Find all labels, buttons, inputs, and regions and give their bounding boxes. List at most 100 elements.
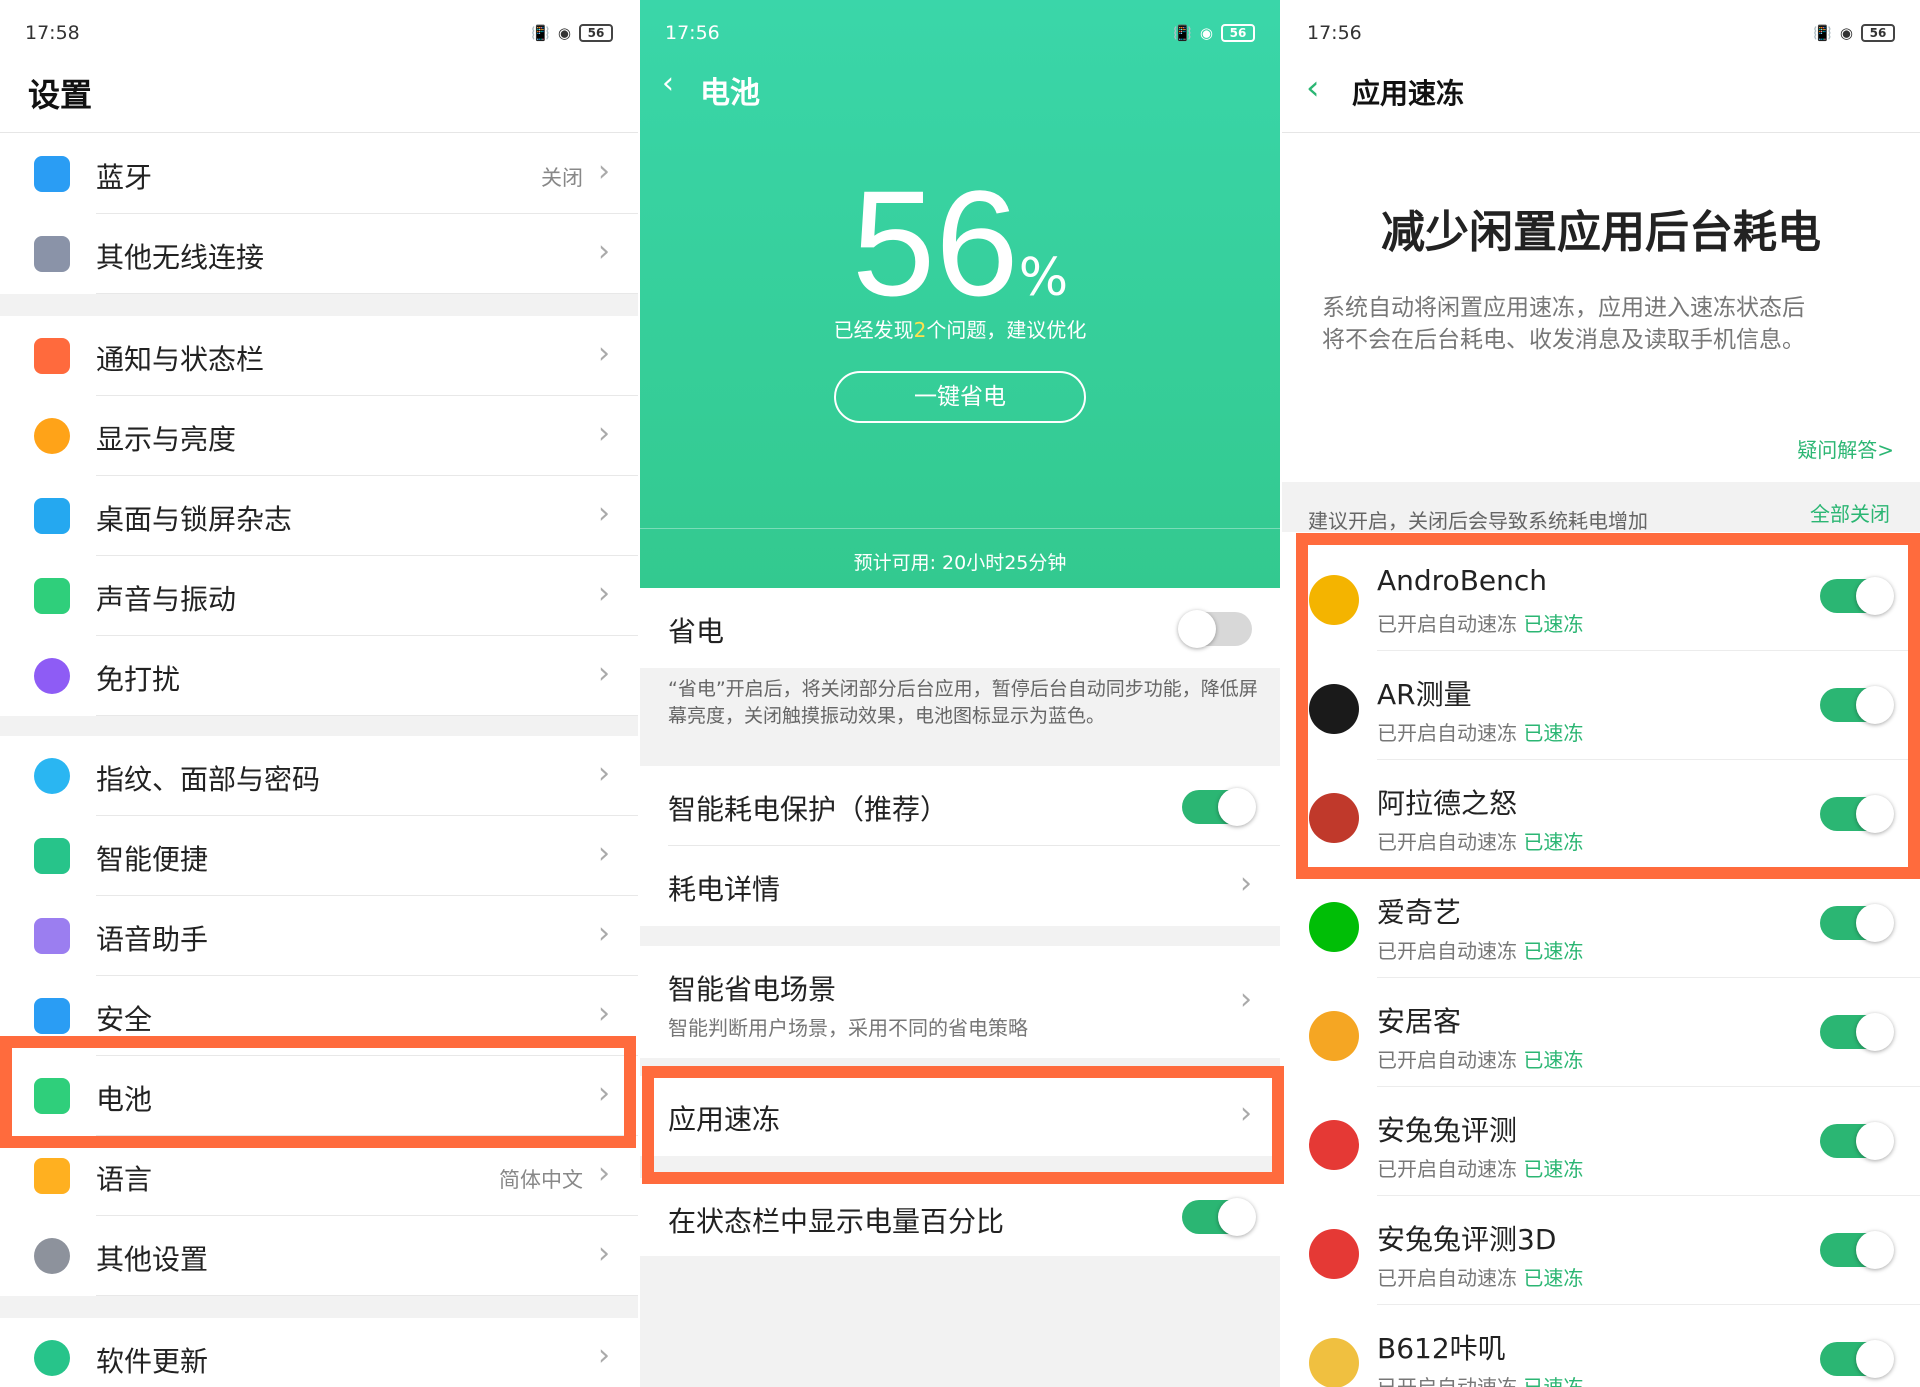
microphone-icon xyxy=(34,918,70,954)
status-time: 17:56 xyxy=(1307,22,1362,44)
chevron-right-icon: › xyxy=(598,234,610,269)
app-name: 安兔兔评测 xyxy=(1377,1114,1518,1147)
chevron-right-icon: › xyxy=(598,656,610,691)
vibrate-icon: 📳 xyxy=(531,24,550,42)
app-row[interactable]: 安兔兔评测 已开启自动速冻 已速冻 xyxy=(1282,1087,1920,1196)
settings-item[interactable]: 软件更新 › xyxy=(0,1318,638,1387)
notification-icon xyxy=(34,338,70,374)
chevron-right-icon: › xyxy=(598,416,610,451)
status-icons: 📳 ◉ 56 xyxy=(531,20,613,46)
vibrate-icon: 📳 xyxy=(1173,24,1192,42)
settings-item[interactable]: 其他设置 › xyxy=(0,1216,638,1296)
chevron-right-icon: › xyxy=(598,1338,610,1373)
smart-protect-toggle[interactable] xyxy=(1182,788,1256,826)
status-icons: 📳 ◉ 56 xyxy=(1813,20,1895,46)
freeze-toggle[interactable] xyxy=(1820,1340,1894,1378)
settings-item[interactable]: 通知与状态栏 › xyxy=(0,316,638,396)
settings-panel: 17:58 📳 ◉ 56 设置 蓝牙 关闭 › 其他无线连接 › 通知与状态栏 › 显示与亮度… xyxy=(0,0,638,1387)
one-key-save-button[interactable]: 一键省电 xyxy=(834,371,1086,423)
freeze-toggle[interactable] xyxy=(1820,904,1894,942)
vibrate-icon: 📳 xyxy=(1813,24,1832,42)
app-row[interactable]: 安居客已开启自动速冻 已速冻 xyxy=(1282,978,1920,1087)
chevron-right-icon: › xyxy=(598,154,610,189)
highlight-battery-row xyxy=(0,1036,636,1148)
highlight-app-list xyxy=(1296,533,1920,879)
app-row[interactable]: 爱奇艺已开启自动速冻 已速冻 xyxy=(1282,869,1920,978)
settings-item[interactable]: 免打扰 › xyxy=(0,636,638,716)
chevron-right-icon: › xyxy=(598,916,610,951)
status-icons: 📳 ◉ 56 xyxy=(1173,20,1255,46)
page-title: 电池 xyxy=(700,76,760,111)
antutu3d-icon xyxy=(1309,1229,1359,1279)
status-time: 17:58 xyxy=(25,22,80,44)
freeze-toggle[interactable] xyxy=(1820,1122,1894,1160)
app-status: 已开启自动速冻 已速冻 xyxy=(1377,939,1584,963)
highlight-freeze-row xyxy=(642,1066,1284,1184)
back-icon[interactable]: ‹ xyxy=(1306,68,1320,108)
battery-indicator: 56 xyxy=(1221,24,1255,42)
back-icon[interactable]: ‹ xyxy=(662,66,674,101)
freeze-toggle[interactable] xyxy=(1820,1231,1894,1269)
power-save-toggle[interactable] xyxy=(1178,610,1252,648)
settings-item[interactable]: 声音与振动 › xyxy=(0,556,638,636)
statusbar-percent-toggle[interactable] xyxy=(1182,1198,1256,1236)
antutu-icon xyxy=(1309,1120,1359,1170)
power-detail-row[interactable]: 耗电详情 › xyxy=(640,846,1280,926)
estimate-text: 预计可用: 20小时25分钟 xyxy=(853,552,1067,574)
chevron-right-icon: › xyxy=(1240,982,1252,1017)
smart-scene-row[interactable]: 智能省电场景 智能判断用户场景，采用不同的省电策略 › xyxy=(640,946,1280,1058)
settings-item[interactable]: 蓝牙 关闭 › xyxy=(0,134,638,214)
section-hint: 建议开启，关闭后会导致系统耗电增加 xyxy=(1308,509,1648,533)
settings-item[interactable]: 语音助手 › xyxy=(0,896,638,976)
chevron-right-icon: › xyxy=(1240,866,1252,901)
battery-indicator: 56 xyxy=(1861,24,1895,42)
freeze-toggle[interactable] xyxy=(1820,1013,1894,1051)
alarm-icon: ◉ xyxy=(557,24,571,42)
app-row[interactable]: B612咔叽 已开启自动速冻 已速冻 xyxy=(1282,1305,1920,1387)
statusbar-percent-row[interactable]: 在状态栏中显示电量百分比 xyxy=(640,1178,1280,1256)
settings-item[interactable]: 桌面与锁屏杂志 › xyxy=(0,476,638,556)
language-icon xyxy=(34,1158,70,1194)
chevron-right-icon: › xyxy=(598,836,610,871)
b612-icon xyxy=(1309,1338,1359,1387)
all-off-button[interactable]: 全部关闭 xyxy=(1810,498,1890,527)
app-name: B612咔叽 xyxy=(1377,1332,1506,1365)
chevron-right-icon: › xyxy=(598,1156,610,1191)
app-name: 爱奇艺 xyxy=(1377,896,1462,929)
faq-link[interactable]: 疑问解答> xyxy=(1797,434,1894,463)
alarm-icon: ◉ xyxy=(1839,24,1853,42)
page-title: 设置 xyxy=(28,76,93,114)
smart-icon xyxy=(34,838,70,874)
app-row[interactable]: 安兔兔评测3D 已开启自动速冻 已速冻 xyxy=(1282,1196,1920,1305)
settings-item[interactable]: 语言 简体中文 › xyxy=(0,1136,638,1216)
settings-item[interactable]: 智能便捷 › xyxy=(0,816,638,896)
app-name: 安兔兔评测3D xyxy=(1377,1223,1557,1256)
chevron-right-icon: › xyxy=(598,496,610,531)
settings-item[interactable]: 显示与亮度 › xyxy=(0,396,638,476)
headline: 减少闲置应用后台耗电 xyxy=(1381,207,1821,258)
app-status: 已开启自动速冻 已速冻 xyxy=(1377,1048,1584,1072)
status-time: 17:56 xyxy=(665,22,720,44)
chevron-right-icon: › xyxy=(598,1236,610,1271)
power-save-description: “省电”开启后，将关闭部分后台应用，暂停后台自动同步功能，降低屏幕亮度，关闭触摸… xyxy=(668,678,1258,727)
alarm-icon: ◉ xyxy=(1199,24,1213,42)
power-save-row[interactable]: 省电 xyxy=(640,588,1280,668)
description: 系统自动将闲置应用速冻，应用进入速冻状态后 将不会在后台耗电、收发消息及读取手机信… xyxy=(1322,295,1805,353)
update-icon xyxy=(34,1340,70,1376)
settings-item[interactable]: 其他无线连接 › xyxy=(0,214,638,294)
gear-icon xyxy=(34,1238,70,1274)
battery-percent: 56% xyxy=(851,159,1069,327)
chevron-right-icon: › xyxy=(598,336,610,371)
chevron-right-icon: › xyxy=(598,576,610,611)
page-title: 应用速冻 xyxy=(1352,77,1465,110)
issue-message: 已经发现2个问题，建议优化 xyxy=(833,318,1087,342)
app-name: 安居客 xyxy=(1377,1005,1462,1038)
iqiyi-icon xyxy=(1309,902,1359,952)
bluetooth-icon xyxy=(34,156,70,192)
settings-item[interactable]: 指纹、面部与密码 › xyxy=(0,736,638,816)
app-status: 已开启自动速冻 已速冻 xyxy=(1377,1266,1584,1290)
moon-icon xyxy=(34,658,70,694)
house-icon xyxy=(1309,1011,1359,1061)
smart-protect-row[interactable]: 智能耗电保护（推荐） xyxy=(640,766,1280,846)
brightness-icon xyxy=(34,418,70,454)
